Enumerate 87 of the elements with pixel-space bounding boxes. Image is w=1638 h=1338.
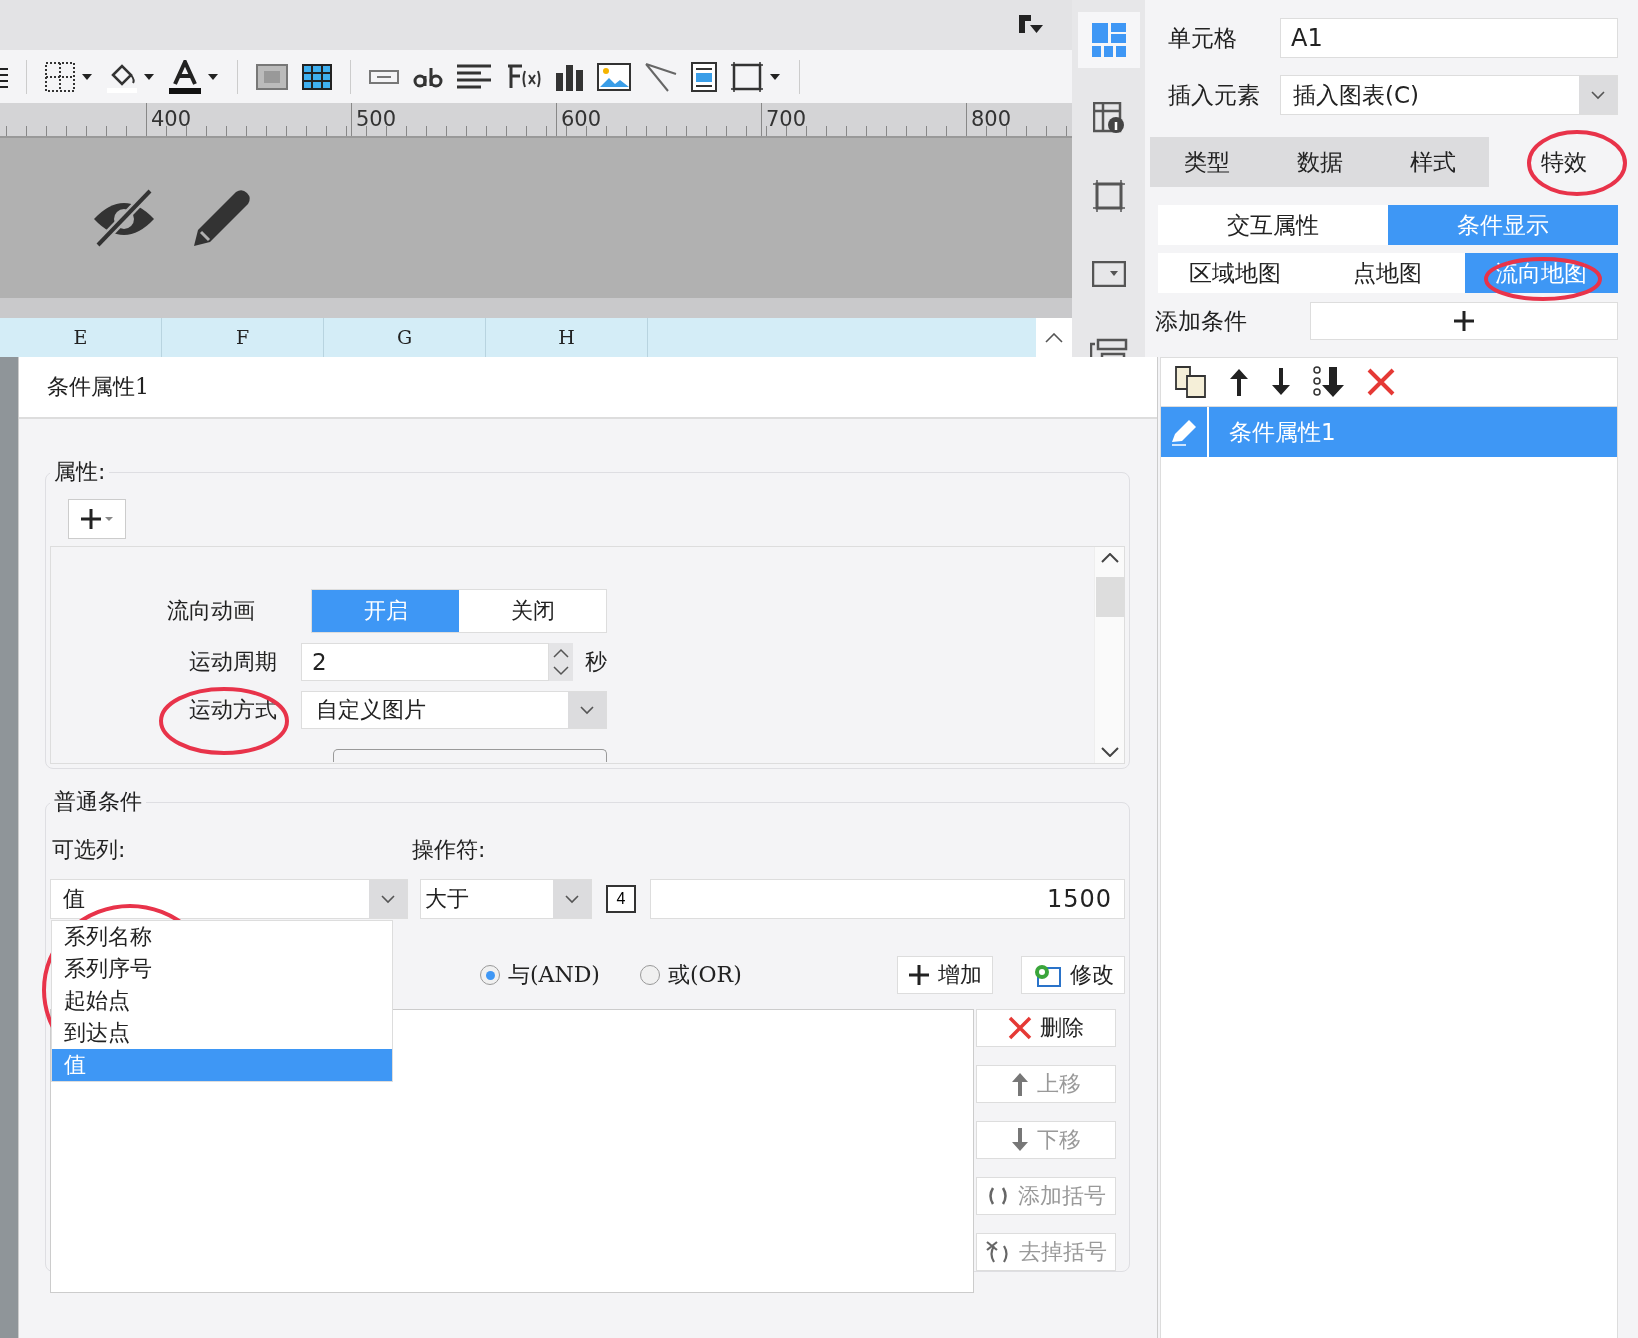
plus-icon — [908, 964, 930, 986]
arrow-down-icon[interactable] — [1271, 367, 1291, 397]
scroll-up-button[interactable] — [1036, 318, 1072, 357]
panel-tab[interactable]: 类型 — [1150, 137, 1263, 187]
merge-cells-icon[interactable] — [256, 63, 288, 90]
arrow-down-icon — [1011, 1127, 1029, 1153]
pencil-icon[interactable] — [192, 188, 252, 248]
panel-tab[interactable]: 样式 — [1376, 137, 1489, 187]
caret-icon — [769, 72, 781, 81]
motion-select[interactable]: 自定义图片 — [301, 691, 607, 729]
field-label: 插入元素 — [1168, 80, 1261, 110]
group-legend: 属性: — [50, 457, 110, 487]
frame-icon — [1092, 180, 1125, 212]
frame-icon[interactable] — [731, 61, 763, 92]
close-icon — [1008, 1016, 1032, 1040]
ruler-label: 400 — [146, 103, 351, 136]
dropdown-box-icon — [1091, 261, 1126, 287]
menu-icon[interactable] — [0, 65, 8, 88]
plus-icon — [1453, 310, 1475, 332]
move-to-bottom-icon[interactable] — [1313, 366, 1345, 398]
bar-chart-icon[interactable] — [555, 62, 583, 91]
brackets-remove-icon — [985, 1240, 1011, 1264]
pencil-icon — [1170, 418, 1198, 446]
font-color-icon[interactable] — [169, 59, 201, 94]
arrow-up-icon — [1011, 1071, 1029, 1097]
unit-label: 秒 — [585, 648, 607, 676]
delete-icon[interactable] — [1367, 368, 1395, 396]
grid-icon — [1091, 23, 1126, 57]
chevron-down-icon — [564, 894, 580, 904]
table-icon[interactable] — [302, 63, 332, 90]
table-info-icon — [1092, 102, 1125, 134]
field-label: 添加条件 — [1155, 306, 1248, 336]
image-icon[interactable] — [597, 62, 631, 91]
effect-tab[interactable]: 交互属性 — [1158, 205, 1388, 245]
property-label: 流向动画 — [167, 597, 255, 625]
caret-icon — [81, 72, 93, 81]
panel-tab[interactable]: 数据 — [1263, 137, 1376, 187]
period-input[interactable]: 2 — [301, 643, 549, 681]
chevron-down-icon — [1590, 90, 1606, 100]
scroll-thumb[interactable] — [1095, 577, 1124, 617]
chevron-up-icon — [1045, 332, 1063, 343]
spinner-icon[interactable] — [549, 643, 573, 681]
dialog-title: 条件属性1 — [19, 357, 1157, 419]
arrow-up-icon[interactable] — [1229, 367, 1249, 397]
brackets-icon — [986, 1186, 1010, 1206]
border-icon[interactable] — [45, 61, 75, 92]
property-label: 运动周期 — [189, 648, 277, 676]
eye-hidden-icon[interactable] — [92, 189, 156, 247]
value-input[interactable]: 1500 — [650, 879, 1125, 919]
document-icon[interactable] — [691, 61, 717, 92]
ruler-label: 600 — [556, 103, 761, 136]
map-type-tab[interactable]: 点地图 — [1311, 253, 1465, 293]
add-button[interactable]: 增加 — [897, 956, 993, 994]
chevron-down-icon — [579, 705, 595, 715]
cell-input[interactable]: A1 — [1280, 18, 1618, 58]
text-field-icon[interactable] — [369, 69, 399, 84]
field-label: 操作符: — [412, 836, 486, 864]
operator-select[interactable]: 大于 — [420, 879, 592, 919]
layout-grid-button[interactable] — [1077, 12, 1140, 68]
group-legend: 普通条件 — [50, 787, 146, 817]
value-type-button[interactable]: 4 — [606, 885, 636, 913]
chevron-up-icon — [1100, 553, 1119, 563]
align-icon[interactable] — [457, 62, 491, 91]
copy-icon[interactable] — [1175, 366, 1207, 398]
insert-element-select[interactable]: 插入图表(C) — [1280, 75, 1618, 115]
ruler-label: 700 — [761, 103, 966, 136]
caret-icon — [207, 72, 219, 81]
column-select[interactable]: 值 — [50, 879, 408, 919]
field-label: 可选列: — [52, 836, 127, 864]
formula-icon[interactable] — [505, 62, 541, 91]
chevron-down-icon — [1100, 747, 1119, 757]
add-property-button[interactable] — [68, 499, 126, 539]
chevron-down-icon — [380, 894, 396, 904]
scrollbar[interactable] — [1094, 547, 1124, 763]
text-ab-icon[interactable] — [413, 65, 443, 88]
map-type-tab[interactable]: 区域地图 — [1158, 253, 1312, 293]
field-label: 单元格 — [1168, 23, 1238, 53]
edit-button[interactable]: 修改 — [1021, 956, 1125, 994]
plus-icon — [80, 508, 102, 530]
caret-icon — [104, 516, 114, 522]
logic-radio[interactable]: 或(OR) — [639, 960, 742, 990]
condition-action-button[interactable]: 删除 — [976, 1009, 1116, 1047]
logic-radio[interactable]: 与(AND) — [480, 960, 600, 990]
freeze-icon[interactable] — [1018, 14, 1044, 36]
ruler-label: 500 — [351, 103, 556, 136]
line-icon[interactable] — [645, 61, 677, 92]
caret-icon — [143, 72, 155, 81]
